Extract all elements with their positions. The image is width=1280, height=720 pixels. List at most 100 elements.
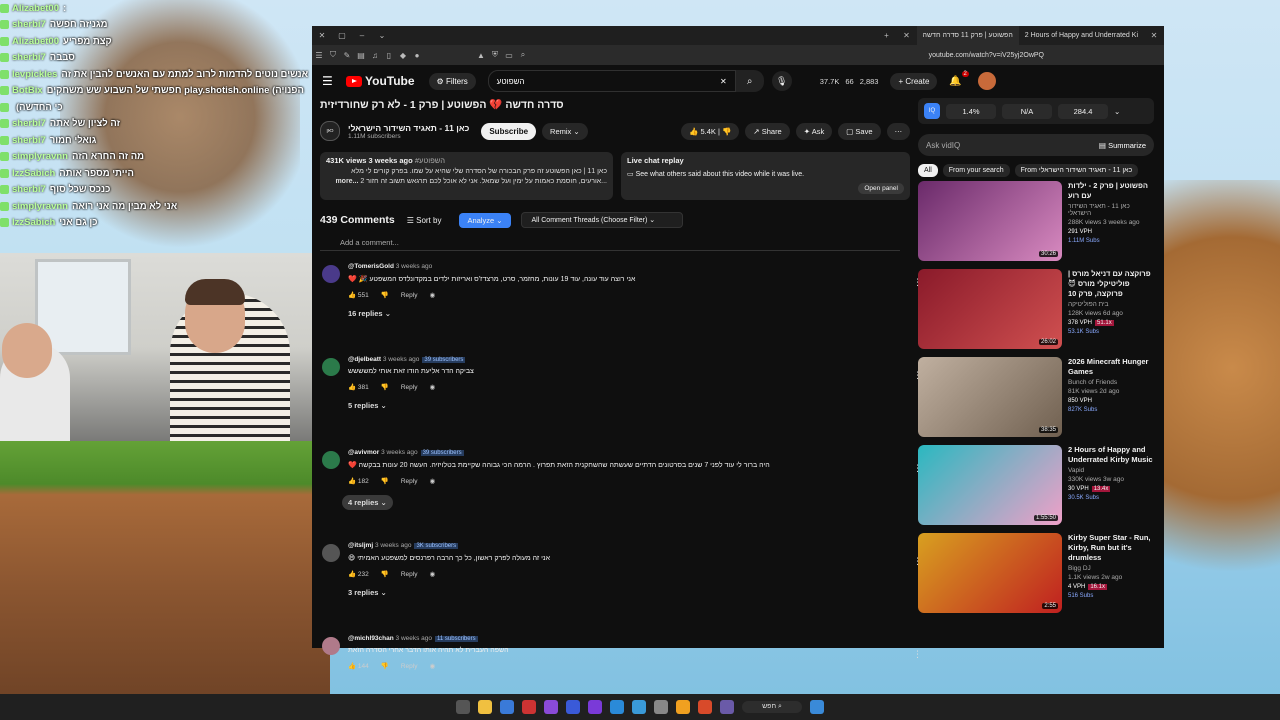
taskbar-app-9-icon[interactable] xyxy=(632,700,647,714)
comment-vidiq-icon[interactable]: ◉ xyxy=(429,291,435,299)
taskbar-search[interactable]: חפש ⌕ xyxy=(742,701,802,713)
description-box[interactable]: 431K views 3 weeks ago #השפוטע כאן 11 | … xyxy=(320,152,613,200)
comment-author[interactable]: @michl93chan xyxy=(348,635,394,642)
hamburger-icon[interactable]: ☰ xyxy=(322,74,346,88)
close-window-icon[interactable]: ✕ xyxy=(312,31,332,40)
add-comment-input[interactable]: Add a comment... xyxy=(320,236,900,251)
comment-replies-toggle[interactable]: 5 replies ⌄ xyxy=(348,401,910,410)
comment-avatar[interactable] xyxy=(322,637,340,655)
ask-vidiq-input[interactable]: Ask vidIQ ▤ Summarize xyxy=(918,134,1154,156)
comment-dislike-icon[interactable]: 👎 xyxy=(381,570,389,578)
taskbar-brave-icon[interactable] xyxy=(698,700,713,714)
subscribe-button[interactable]: Subscribe xyxy=(481,122,537,140)
minimize-icon[interactable]: – xyxy=(352,31,372,40)
taskbar-app-11-icon[interactable] xyxy=(720,700,735,714)
description-more[interactable]: ...more xyxy=(335,178,358,185)
comment-author[interactable]: @djelbeatt xyxy=(348,356,381,363)
taskbar-app-1-icon[interactable] xyxy=(456,700,471,714)
chip-all[interactable]: All xyxy=(918,164,938,177)
search-input[interactable]: השפוטע ✕ xyxy=(487,70,736,92)
comment-replies-toggle[interactable]: 4 replies ⌄ xyxy=(342,495,393,510)
rec-channel[interactable]: כאן 11 - תאגיד השידור הישראלי xyxy=(1068,203,1154,217)
comment-like-button[interactable]: 👍 144 xyxy=(348,662,369,670)
comment-filter-select[interactable]: All Comment Threads (Choose Filter) ⌄ xyxy=(520,212,683,228)
remix-button[interactable]: Remix ⌄ xyxy=(542,122,588,140)
shield-icon[interactable]: ⛉ xyxy=(326,50,340,60)
share-button[interactable]: ↗ Share xyxy=(745,122,790,140)
comment-dislike-icon[interactable]: 👎 xyxy=(381,477,389,485)
channel-avatar[interactable]: כאן xyxy=(320,121,340,141)
notes-icon[interactable]: ▯ xyxy=(382,51,396,60)
open-panel-button[interactable]: Open panel xyxy=(858,183,904,194)
sidebar-toggle-icon[interactable]: ▢ xyxy=(332,31,352,40)
chevron-down-icon[interactable]: ⌄ xyxy=(1114,107,1120,116)
reader-icon[interactable]: ▤ xyxy=(354,51,368,60)
comment-reply-button[interactable]: Reply xyxy=(401,478,418,485)
taskbar-app-4-icon[interactable] xyxy=(522,700,537,714)
mic-icon[interactable]: 🎙 xyxy=(771,71,792,91)
comment-reply-button[interactable]: Reply xyxy=(401,571,418,578)
comment-author[interactable]: @avivmor xyxy=(348,449,379,456)
tab-kirby-music[interactable]: 2 Hours of Happy and Underrated Ki xyxy=(1019,26,1144,45)
save-button[interactable]: ▢ Save xyxy=(838,122,881,140)
rec-title[interactable]: 2026 Minecraft Hunger Games xyxy=(1068,357,1154,377)
search-button[interactable]: ⌕ xyxy=(735,70,764,92)
video-thumbnail[interactable]: 30:26 xyxy=(918,181,1062,261)
comment-more-icon[interactable]: ⋮ xyxy=(913,649,922,660)
clear-search-icon[interactable]: ✕ xyxy=(720,77,727,86)
comment-replies-toggle[interactable]: 3 replies ⌄ xyxy=(348,588,910,597)
account-avatar[interactable] xyxy=(977,72,996,90)
comment-dislike-icon[interactable]: 👎 xyxy=(381,662,389,670)
video-thumbnail[interactable]: 2:55 xyxy=(918,533,1062,613)
channel-name[interactable]: כאן 11 - תאגיד השידור הישראלי xyxy=(348,123,469,133)
comment-vidiq-icon[interactable]: ◉ xyxy=(429,383,435,391)
taskbar-app-8-icon[interactable] xyxy=(610,700,625,714)
rec-channel[interactable]: בית הפוליטיקה xyxy=(1068,301,1154,308)
rec-title[interactable]: הפשוטע | פרק 2 - ילדות עם רוע xyxy=(1068,181,1154,201)
recommended-video[interactable]: 38:35 2026 Minecraft Hunger Games Bunch of… xyxy=(918,357,1154,441)
rec-channel[interactable]: Bunch of Friends xyxy=(1068,379,1154,386)
comment-reply-button[interactable]: Reply xyxy=(401,663,418,670)
filters-button[interactable]: ⚙ Filters xyxy=(428,72,476,90)
taskbar-folder-icon[interactable] xyxy=(676,700,691,714)
comment-avatar[interactable] xyxy=(322,358,340,376)
video-thumbnail[interactable]: 38:35 xyxy=(918,357,1062,437)
search-icon[interactable]: ⌕ xyxy=(516,50,530,60)
youtube-logo[interactable]: YouTube xyxy=(346,74,415,88)
comment-author[interactable]: @itsljmj xyxy=(348,542,373,549)
rec-title[interactable]: 2 Hours of Happy and Underrated Kirby Mu… xyxy=(1068,445,1154,465)
comment-dislike-icon[interactable]: 👎 xyxy=(381,291,389,299)
menu-icon[interactable]: ☰ xyxy=(312,51,326,60)
music-icon[interactable]: ♫ xyxy=(368,51,382,60)
warning-icon[interactable]: ▲ xyxy=(474,51,488,60)
taskbar-app-7-icon[interactable] xyxy=(588,700,603,714)
create-button[interactable]: + Create xyxy=(890,72,938,90)
recommended-video[interactable]: 26:02 פרוקצה עם דניאל מורס | פוליטיקלי מו… xyxy=(918,269,1154,353)
taskbar-app-5-icon[interactable] xyxy=(544,700,559,714)
comment-like-button[interactable]: 👍 381 xyxy=(348,383,369,391)
comment-reply-button[interactable]: Reply xyxy=(401,384,418,391)
close-window-x-icon[interactable]: ✕ xyxy=(1144,31,1164,40)
rec-title[interactable]: פרוקצה עם דניאל מורס | פוליטיקלי מורס 😈 … xyxy=(1068,269,1154,299)
tabs-menu-icon[interactable]: ⌄ xyxy=(372,31,392,40)
close-tab-icon[interactable]: ✕ xyxy=(897,31,917,40)
comment-reply-button[interactable]: Reply xyxy=(401,292,418,299)
bell-icon[interactable]: 🔔 2 xyxy=(949,70,969,87)
like-button[interactable]: 👍 5.4K | 👎 xyxy=(681,122,740,140)
comment-avatar[interactable] xyxy=(322,544,340,562)
comment-dislike-icon[interactable]: 👎 xyxy=(381,383,389,391)
comment-like-button[interactable]: 👍 182 xyxy=(348,477,369,485)
taskbar-app-2-icon[interactable] xyxy=(478,700,493,714)
comment-like-button[interactable]: 👍 232 xyxy=(348,570,369,578)
ask-button[interactable]: ✦ Ask xyxy=(795,122,833,140)
brave-icon[interactable]: ⛨ xyxy=(488,50,502,60)
taskbar-app-10-icon[interactable] xyxy=(654,700,669,714)
comment-vidiq-icon[interactable]: ◉ xyxy=(429,477,435,485)
analyze-button[interactable]: Analyze ⌄ xyxy=(459,212,511,228)
new-tab-icon[interactable]: + xyxy=(877,31,897,40)
tab-youtube-video[interactable]: הפשוטע | פרק 11 סדרה חדשה xyxy=(916,26,1019,45)
vidiq-logo-icon[interactable]: IQ xyxy=(924,103,940,119)
video-thumbnail[interactable]: 1:55:50 xyxy=(918,445,1062,525)
video-thumbnail[interactable]: 26:02 xyxy=(918,269,1062,349)
extension-icon[interactable]: ✎ xyxy=(340,51,354,60)
